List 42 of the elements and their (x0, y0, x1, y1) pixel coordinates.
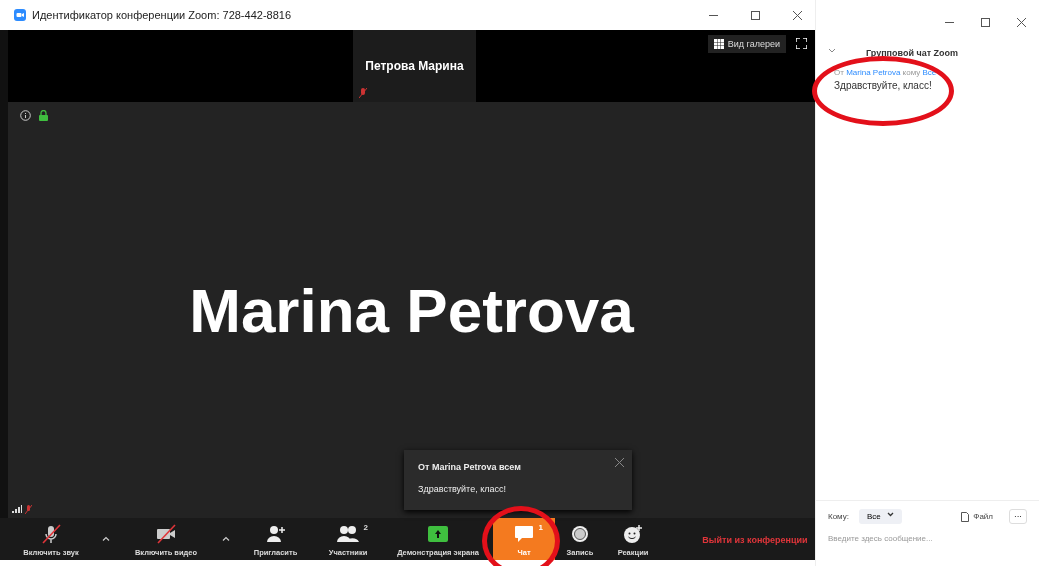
maximize-icon (980, 18, 990, 27)
grid-icon (713, 39, 724, 49)
chevron-down-icon (886, 512, 894, 517)
people-icon (337, 525, 359, 543)
share-screen-icon (428, 526, 448, 542)
recipient-dropdown[interactable]: Все (858, 509, 902, 524)
notification-text: Здравствуйте, класс! (418, 484, 506, 494)
caret-up-icon (102, 535, 110, 541)
microphone-icon (40, 523, 62, 545)
record-icon (571, 525, 589, 543)
info-icon[interactable] (20, 110, 31, 121)
document-icon (961, 511, 970, 522)
more-button[interactable]: ··· (1009, 509, 1027, 524)
count-label: 1 (538, 523, 543, 532)
notification-title: От Marina Petrova всем (418, 462, 522, 472)
caret-up-icon (222, 535, 230, 541)
close-icon (1016, 18, 1026, 27)
leave-meeting-button[interactable]: Выйти из конференции (695, 518, 815, 560)
count-label: 2 (363, 523, 368, 532)
speech-bubble-icon (514, 525, 534, 543)
recipient-label: Кому: (828, 512, 849, 521)
signal-icon (12, 505, 22, 513)
chat-title: Групповой чат Zoom (866, 48, 959, 58)
gallery-view-button[interactable]: Вид галереи (707, 35, 786, 53)
speaker-name: Marina Petrova (189, 274, 634, 346)
chat-notification[interactable]: От Marina Petrova всем Здравствуйте, класс! (404, 450, 632, 510)
window-title: Идентификатор конференции Zoom: 728-442-8816 (32, 9, 292, 21)
add-person-icon (265, 525, 286, 543)
message-text: Здравствуйте, класс! (834, 80, 933, 91)
camera-icon (155, 523, 177, 545)
close-icon (615, 458, 624, 467)
message-header: От Marina Petrova кому Все (834, 68, 938, 77)
smiley-plus-icon (623, 524, 643, 544)
maximize-icon (750, 10, 760, 20)
chevron-down-icon[interactable] (828, 48, 836, 54)
participant-name: Петрова Марина (365, 59, 464, 73)
close-icon (792, 10, 802, 20)
lock-icon[interactable] (39, 110, 48, 121)
app-logo-icon (14, 9, 26, 21)
muted-microphone-icon (25, 505, 32, 514)
file-button[interactable]: Файл (955, 510, 999, 523)
fullscreen-icon[interactable] (796, 38, 807, 49)
